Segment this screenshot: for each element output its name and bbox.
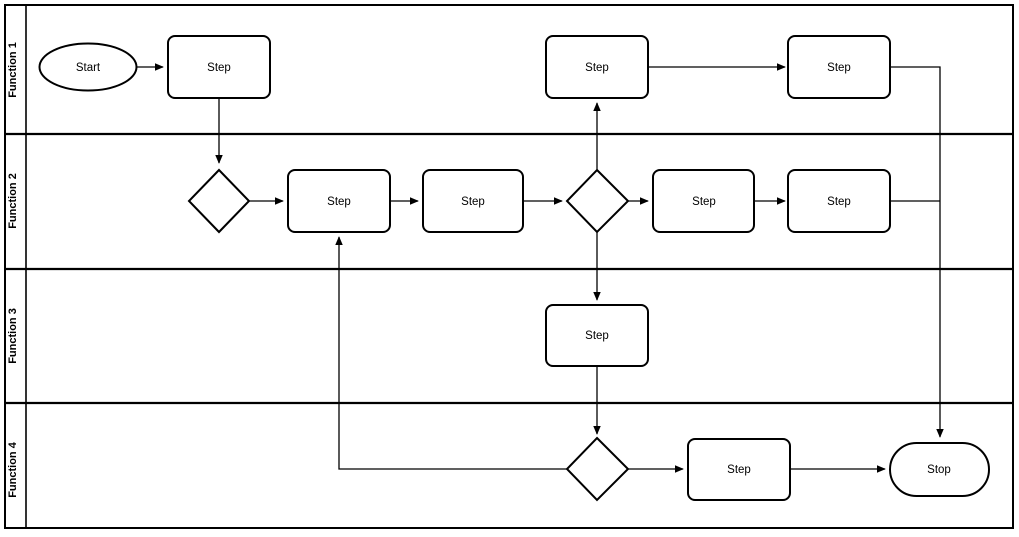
l2s2-label: Step [461,196,485,208]
node-l1s3[interactable]: Step [787,35,891,99]
l3s1-label: Step [585,330,609,342]
edge-l1s3-to-stop [890,66,944,438]
node-l3s1[interactable]: Step [545,304,649,367]
node-l2d2[interactable] [565,168,630,234]
l2d1-diamond[interactable] [187,168,251,234]
l4s1-label: Step [727,464,751,476]
node-stop[interactable]: Stop [889,442,990,497]
l1s1-label: Step [207,62,231,74]
node-l2s2[interactable]: Step [422,169,524,233]
flowchart-canvas: Function 1 Function 2 Function 3 Functio… [0,0,1019,537]
node-l1s2[interactable]: Step [545,35,649,99]
lane-label-function-2: Function 2 [7,173,19,229]
node-start[interactable]: Start [38,42,138,92]
l2d2-diamond[interactable] [565,168,630,234]
node-l2d1[interactable] [187,168,251,234]
l2s1-label: Step [327,196,351,208]
stop-label: Stop [927,464,951,476]
node-l4d1[interactable] [565,436,630,502]
l1s2-label: Step [585,62,609,74]
lane-label-function-1: Function 1 [7,42,19,98]
swimlane-diagram: Function 1 Function 2 Function 3 Functio… [4,4,1014,529]
node-l2s4[interactable]: Step [787,169,891,233]
l1s3-label: Step [827,62,851,74]
l4d1-diamond[interactable] [565,436,630,502]
node-l2s3[interactable]: Step [652,169,755,233]
lane-label-function-4: Function 4 [7,441,19,497]
edge-l4d1-to-l2s1-feedback [335,236,567,470]
node-l4s1[interactable]: Step [687,438,791,501]
start-label: Start [76,62,101,74]
l2s4-label: Step [827,196,851,208]
lane-label-function-3: Function 3 [7,308,19,364]
node-l1s1[interactable]: Step [167,35,271,99]
node-l2s1[interactable]: Step [287,169,391,233]
l2s3-label: Step [692,196,716,208]
